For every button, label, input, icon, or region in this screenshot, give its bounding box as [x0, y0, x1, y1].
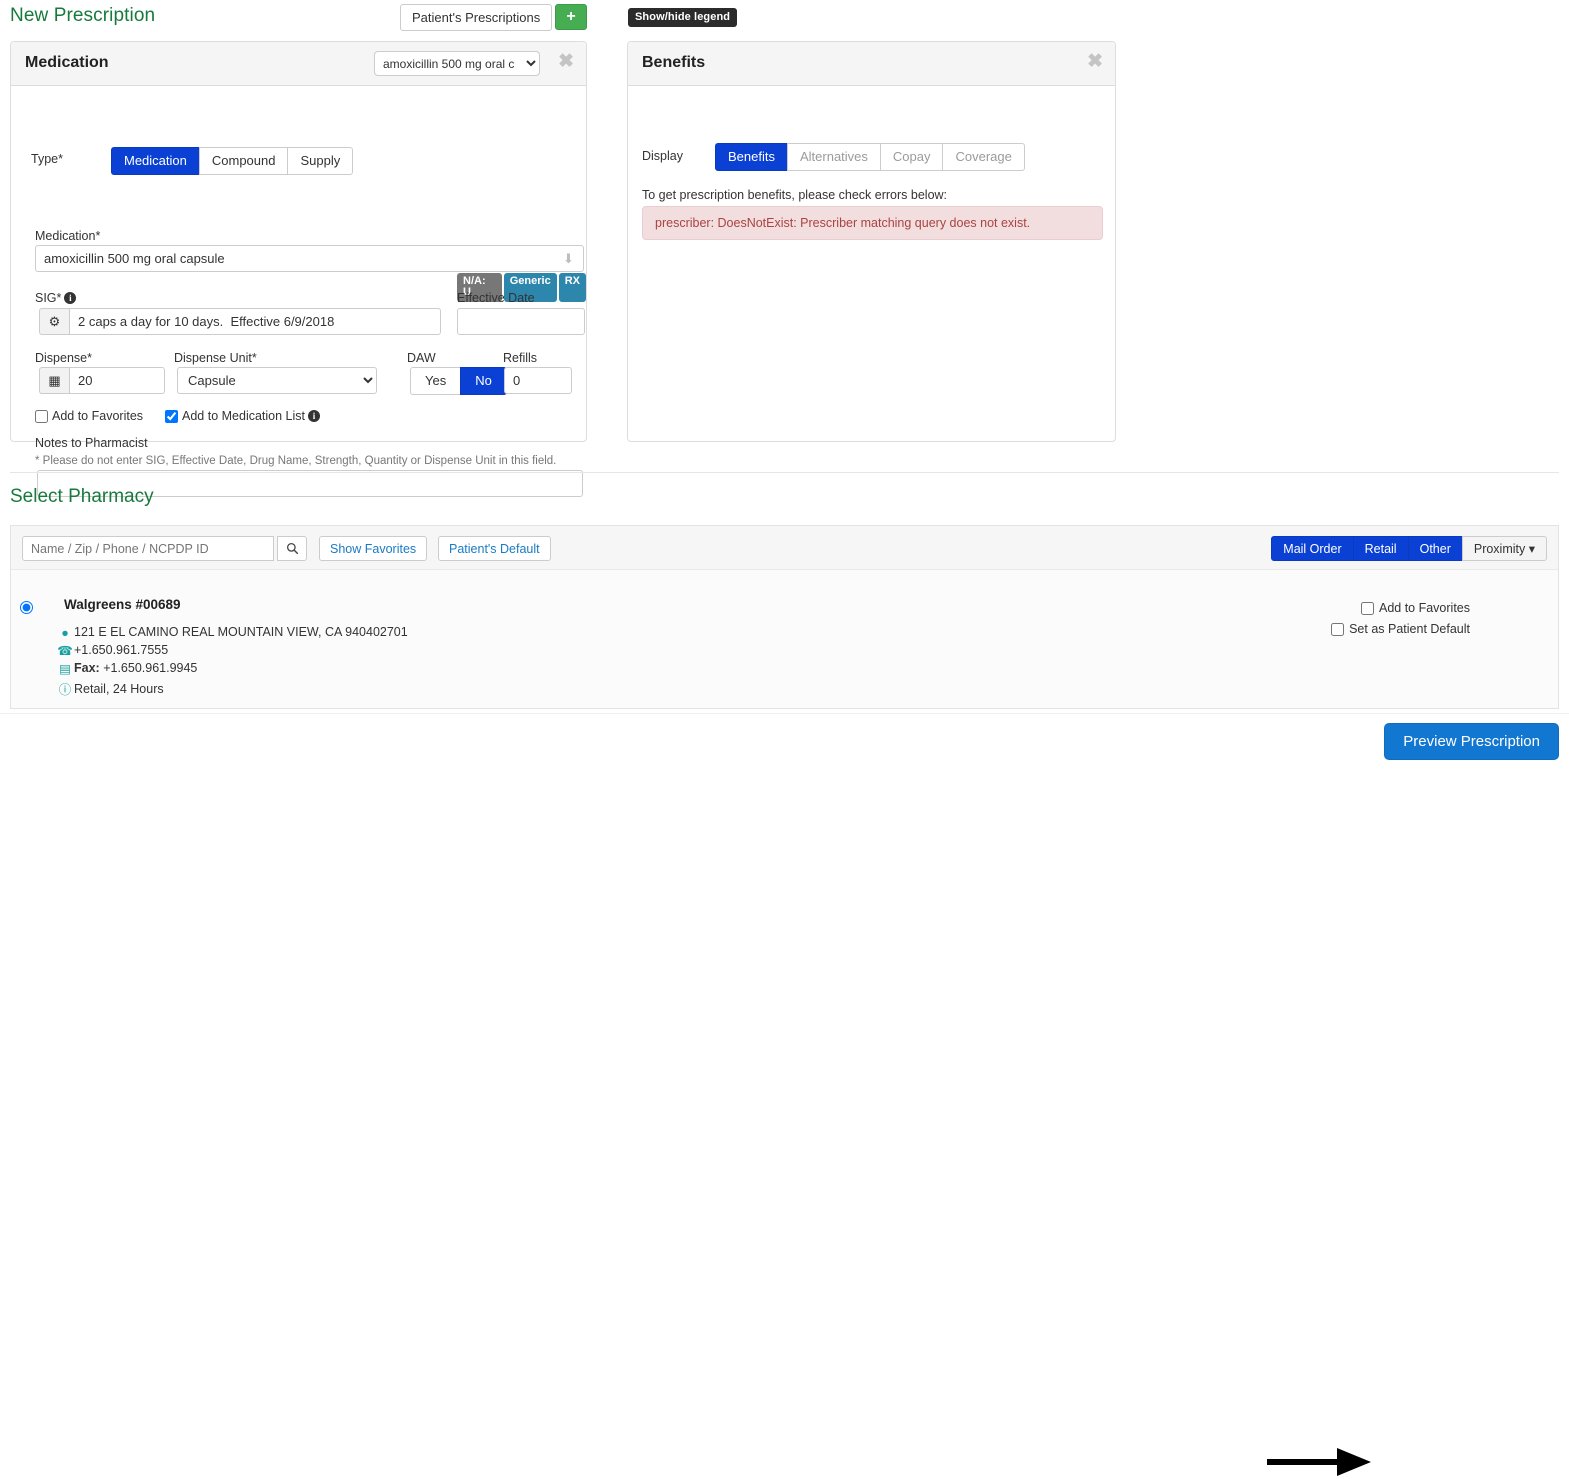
benefits-message: To get prescription benefits, please che… [642, 188, 948, 202]
calculator-icon[interactable]: ▦ [39, 367, 69, 394]
pharmacy-phone-line: ☎+1.650.961.7555 [56, 643, 168, 658]
search-icon-glyph [286, 542, 298, 555]
benefits-error-message: prescriber: DoesNotExist: Prescriber mat… [642, 206, 1103, 240]
medication-list-info-icon[interactable]: i [308, 410, 321, 422]
medication-panel: Medication amoxicillin 500 mg oral c ✖ T… [10, 41, 587, 497]
type-option-compound[interactable]: Compound [198, 147, 289, 175]
type-label: Type* [31, 152, 63, 166]
add-to-favorites-label: Add to Favorites [52, 409, 144, 423]
refills-input[interactable] [504, 367, 572, 394]
refills-label: Refills [503, 351, 538, 365]
benefits-panel-header: Benefits ✖ [628, 42, 1115, 86]
pharmacy-address: 121 E EL CAMINO REAL MOUNTAIN VIEW, CA 9… [74, 625, 408, 639]
notes-label: Notes to Pharmacist [35, 436, 148, 450]
pharmacy-name: Walgreens #00689 [64, 597, 181, 612]
phone-icon: ☎ [57, 644, 73, 658]
display-option-alternatives[interactable]: Alternatives [786, 143, 881, 171]
pharmacy-add-to-favorites-label: Add to Favorites [1378, 601, 1470, 615]
section-divider [10, 472, 1559, 473]
fax-icon: ▤ [59, 662, 71, 676]
display-option-coverage[interactable]: Coverage [942, 143, 1025, 171]
display-label: Display [642, 149, 683, 163]
add-to-favorites-checkbox[interactable]: Add to Favorites [35, 409, 143, 423]
pharmacy-set-default-checkbox[interactable]: Set as Patient Default [1331, 622, 1470, 636]
type-button-group: Medication Compound Supply [111, 147, 354, 175]
medication-panel-header: Medication amoxicillin 500 mg oral c ✖ [11, 42, 586, 86]
filter-proximity-dropdown[interactable]: Proximity ▾ [1461, 536, 1547, 561]
plus-icon: + [566, 8, 576, 25]
add-to-medication-list-label: Add to Medication List [182, 409, 306, 423]
pharmacy-search-input[interactable] [22, 536, 274, 561]
sig-input[interactable] [69, 308, 441, 335]
medication-field-label: Medication* [35, 229, 101, 243]
pharmacy-fax-line: ▤ Fax: +1.650.961.9945 [56, 661, 197, 676]
daw-option-yes[interactable]: Yes [410, 367, 462, 395]
dispense-input[interactable] [69, 367, 165, 394]
top-bar: New Prescription Patient's Prescriptions… [0, 0, 1569, 36]
pharmacy-results-list: Walgreens #00689 ● 121 E EL CAMINO REAL M… [10, 569, 1559, 709]
select-pharmacy-title: Select Pharmacy [10, 486, 154, 507]
type-option-medication[interactable]: Medication [111, 147, 200, 175]
display-option-benefits[interactable]: Benefits [715, 143, 788, 171]
add-to-medication-list-input[interactable] [165, 409, 179, 423]
annotation-arrow-icon [1267, 1448, 1371, 1476]
benefits-panel-title: Benefits [642, 54, 706, 71]
daw-button-group: Yes No [410, 367, 507, 395]
patients-default-button[interactable]: Patient's Default [438, 536, 551, 561]
medication-input[interactable] [35, 245, 584, 272]
pharmacy-info: Retail, 24 Hours [74, 682, 164, 696]
preview-prescription-button[interactable]: Preview Prescription [1384, 723, 1559, 760]
sig-label: SIG* i [35, 291, 77, 305]
medication-checkbox-row: Add to Favorites Add to Medication List … [35, 409, 321, 423]
pharmacy-address-line: ● 121 E EL CAMINO REAL MOUNTAIN VIEW, CA … [56, 625, 408, 640]
pharmacy-info-line: ⓘ Retail, 24 Hours [56, 679, 164, 698]
dispense-label: Dispense* [35, 351, 92, 365]
info-icon: ⓘ [58, 683, 72, 697]
daw-label: DAW [407, 351, 436, 365]
pharmacy-add-to-favorites-input[interactable] [1360, 601, 1374, 615]
medication-selector[interactable]: amoxicillin 500 mg oral c [374, 51, 540, 76]
page-title: New Prescription [10, 5, 156, 26]
filter-other[interactable]: Other [1407, 536, 1463, 561]
effective-date-label: Effective Date [457, 291, 535, 305]
sig-label-text: SIG* [35, 291, 62, 305]
benefits-panel: Benefits ✖ Display Benefits Alternatives… [627, 41, 1116, 442]
pharmacy-filter-group: Mail Order Retail Other Proximity ▾ [1271, 536, 1547, 561]
type-option-supply[interactable]: Supply [287, 147, 354, 175]
gear-icon[interactable]: ⚙ [39, 308, 69, 335]
notes-help-text: * Please do not enter SIG, Effective Dat… [35, 455, 557, 467]
map-pin-icon: ● [61, 626, 69, 640]
add-prescription-button[interactable]: + [555, 4, 587, 30]
show-favorites-button[interactable]: Show Favorites [319, 536, 428, 561]
display-option-copay[interactable]: Copay [879, 143, 944, 171]
badge-rx: RX [558, 273, 586, 302]
filter-mail-order[interactable]: Mail Order [1271, 536, 1354, 561]
pharmacy-fax-label: Fax: [74, 661, 100, 675]
pharmacy-set-default-label: Set as Patient Default [1349, 622, 1470, 636]
effective-date-input[interactable] [457, 308, 585, 335]
patients-prescriptions-button[interactable]: Patient's Prescriptions [400, 4, 553, 31]
close-icon[interactable]: ✖ [558, 52, 574, 71]
footer-bar: Preview Prescription [0, 713, 1569, 1476]
pharmacy-toolbar: Show Favorites Patient's Default Mail Or… [10, 525, 1559, 569]
show-hide-legend-tooltip[interactable]: Show/hide legend [628, 8, 738, 27]
pharmacy-fax: +1.650.961.9945 [103, 661, 198, 675]
filter-retail[interactable]: Retail [1352, 536, 1409, 561]
daw-option-no[interactable]: No [460, 367, 507, 395]
dispense-unit-label: Dispense Unit* [174, 351, 257, 365]
pharmacy-set-default-input[interactable] [1331, 622, 1345, 636]
close-icon[interactable]: ✖ [1087, 52, 1103, 71]
pharmacy-add-to-favorites-checkbox[interactable]: Add to Favorites [1360, 601, 1470, 615]
add-to-medication-list-checkbox[interactable]: Add to Medication List i [165, 409, 321, 423]
add-to-favorites-input[interactable] [35, 409, 48, 423]
search-icon[interactable] [277, 536, 307, 561]
pharmacy-phone: +1.650.961.7555 [74, 643, 169, 657]
sig-info-icon[interactable]: i [64, 292, 77, 304]
pharmacy-select-radio[interactable] [20, 601, 33, 614]
dispense-unit-select[interactable]: Capsule [177, 367, 377, 394]
display-button-group: Benefits Alternatives Copay Coverage [715, 143, 1025, 171]
medication-panel-title: Medication [25, 54, 109, 71]
